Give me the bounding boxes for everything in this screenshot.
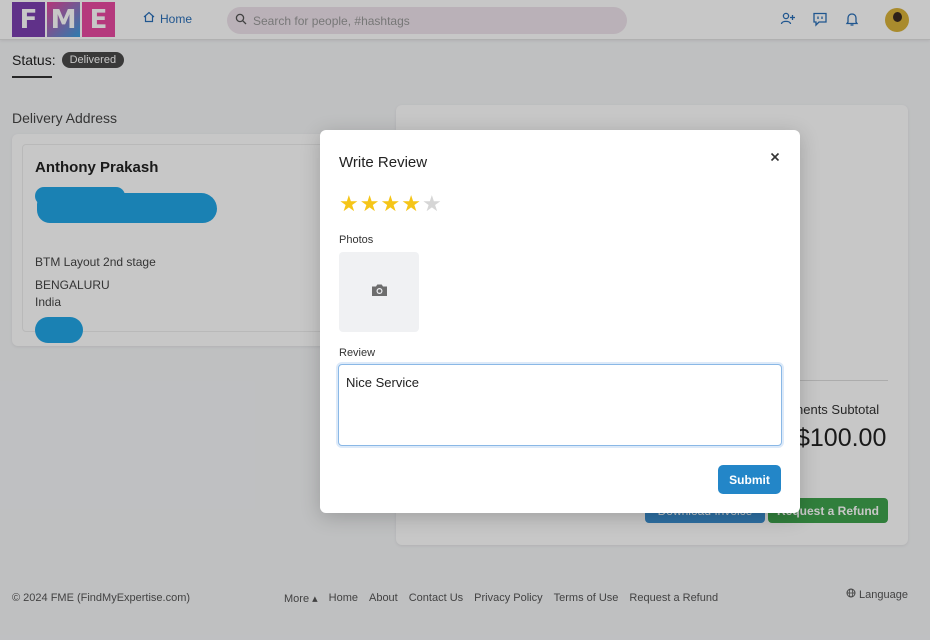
photos-label: Photos (339, 234, 374, 246)
modal-title: Write Review (339, 154, 428, 171)
star-rating[interactable]: ★ ★ ★ ★ ★ (339, 193, 442, 217)
write-review-modal: Write Review ★ ★ ★ ★ ★ Photos Review Nice Se… (320, 130, 800, 513)
review-label: Review (339, 347, 376, 359)
star-3-icon[interactable]: ★ (380, 193, 400, 217)
camera-icon (371, 283, 388, 302)
review-textarea[interactable]: Nice Service (338, 364, 782, 446)
submit-button[interactable]: Submit (718, 465, 781, 494)
star-2-icon[interactable]: ★ (360, 193, 380, 217)
star-5-icon[interactable]: ★ (422, 193, 442, 217)
close-icon[interactable] (766, 148, 784, 166)
star-4-icon[interactable]: ★ (401, 193, 421, 217)
add-photo-button[interactable] (339, 252, 419, 332)
star-1-icon[interactable]: ★ (339, 193, 359, 217)
